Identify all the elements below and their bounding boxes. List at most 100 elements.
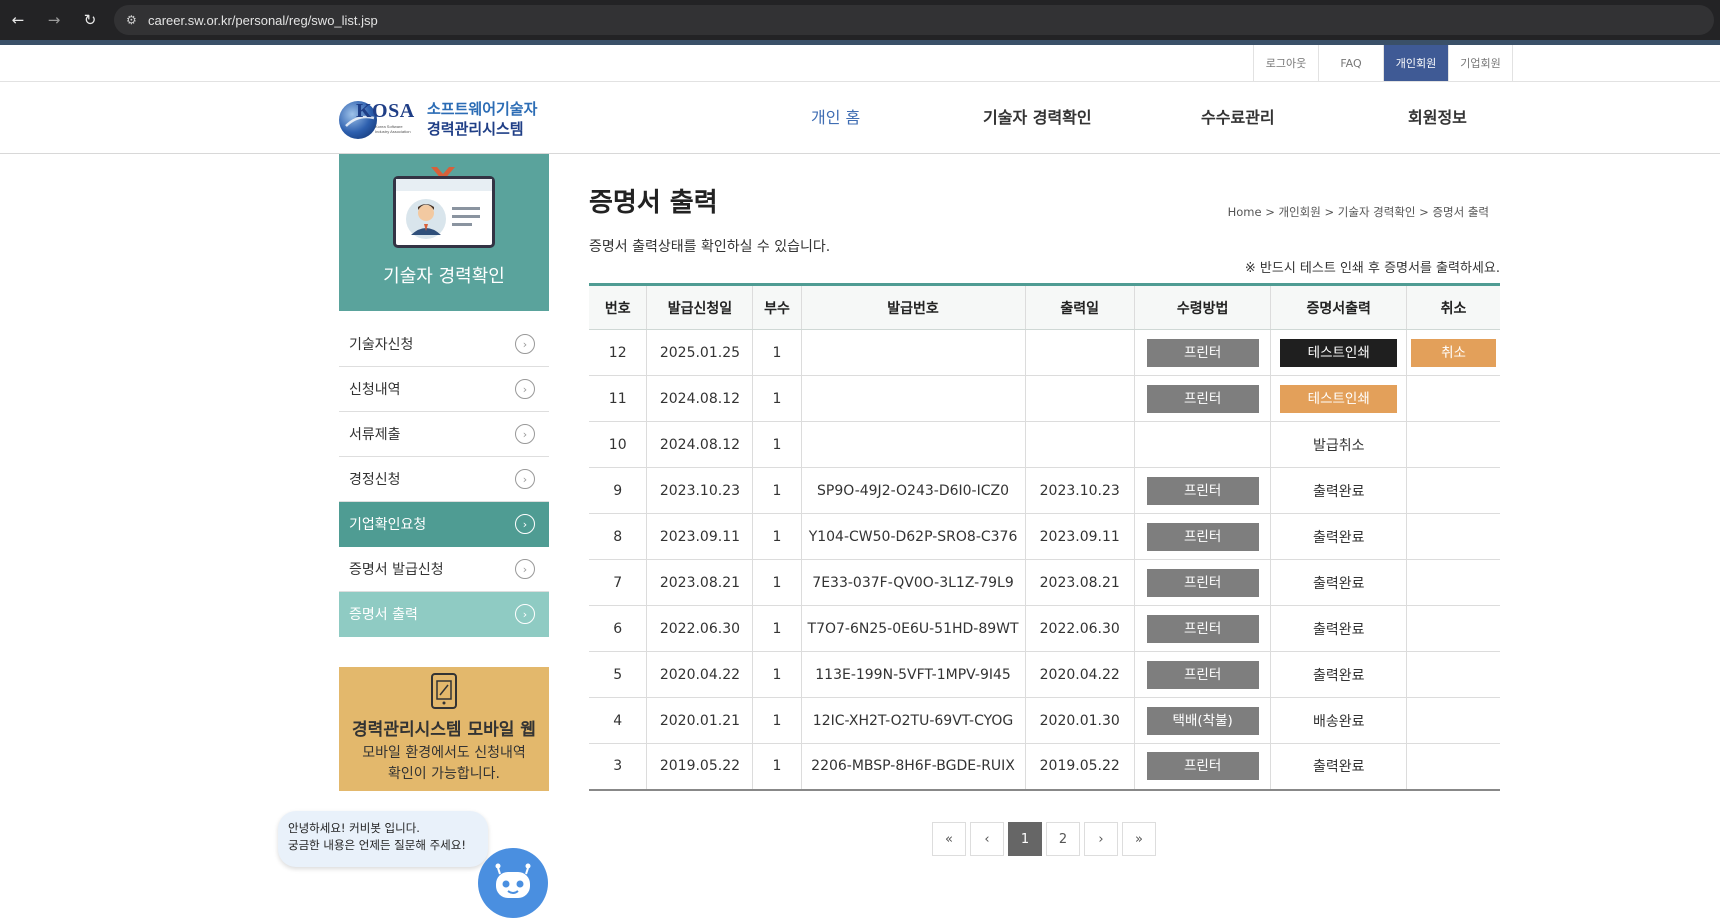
mobile-web-banner[interactable]: 경력관리시스템 모바일 웹 모바일 환경에서도 신청내역 확인이 가능합니다. (339, 667, 549, 791)
print-date: 2023.08.21 (1025, 559, 1135, 606)
test-print-button[interactable]: 테스트인쇄 (1280, 384, 1398, 413)
receive-method-button[interactable]: 프린터 (1146, 660, 1259, 689)
output-status: 배송완료 (1312, 713, 1365, 730)
first-page-button[interactable]: « (932, 822, 966, 856)
sidebar-item[interactable]: 기업확인요청 › (339, 502, 549, 547)
output-status: 발급취소 (1312, 437, 1365, 454)
receive-method-button[interactable]: 프린터 (1146, 384, 1259, 413)
copies: 1 (752, 605, 802, 652)
page-description: 증명서 출력상태를 확인하실 수 있습니다. (589, 239, 831, 255)
reload-icon[interactable]: ↻ (72, 0, 108, 40)
nav-fee-management[interactable]: 수수료관리 (1201, 104, 1275, 128)
print-date (1025, 421, 1135, 468)
sidebar-item[interactable]: 증명서 발급신청 › (339, 547, 549, 592)
mobile-phone-icon (431, 673, 457, 709)
nav-career-check[interactable]: 기술자 경력확인 (983, 104, 1092, 128)
request-date: 2025.01.25 (646, 329, 754, 376)
certificate-output-cell: 발급취소 (1270, 421, 1407, 468)
receive-method-button[interactable]: 프린터 (1146, 476, 1259, 505)
next-page-button[interactable]: › (1084, 822, 1118, 856)
receive-method-button[interactable]: 프린터 (1146, 614, 1259, 643)
receive-method-cell: 프린터 (1134, 605, 1272, 652)
issue-number: Y104-CW50-D62P-SRO8-C376 (801, 513, 1026, 560)
request-date: 2022.06.30 (646, 605, 754, 652)
sidebar-menu: 기술자신청 › 신청내역 › 서류제출 › 경정신청 › 기업확인요청 › 증명서 발급신청 › 증명서… (339, 322, 549, 637)
url-text[interactable]: career.sw.or.kr/personal/reg/swo_list.js… (148, 13, 378, 28)
row-number: 7 (589, 559, 648, 606)
issue-number (801, 329, 1026, 376)
util-link[interactable]: 로그아웃 (1253, 45, 1318, 81)
page-number-button[interactable]: 1 (1008, 822, 1042, 856)
column-header: 증명서출력 (1270, 284, 1407, 330)
cancel-cell (1406, 421, 1500, 468)
request-date: 2023.10.23 (646, 467, 754, 514)
issue-number: 113E-199N-5VFT-1MPV-9I45 (801, 651, 1026, 698)
print-date: 2022.06.30 (1025, 605, 1135, 652)
kosa-wordmark: KOSA (356, 100, 415, 122)
address-bar[interactable]: ⚙ career.sw.or.kr/personal/reg/swo_list.… (114, 5, 1714, 35)
receive-method-button[interactable]: 프린터 (1146, 522, 1259, 551)
browser-toolbar: ← → ↻ ⚙ career.sw.or.kr/personal/reg/swo… (0, 0, 1720, 40)
receive-method-button[interactable]: 택배(착불) (1146, 706, 1259, 735)
column-header: 부수 (752, 284, 802, 330)
cancel-cell (1406, 467, 1500, 514)
site-logo[interactable]: KOSA Korea Software Industry Association … (338, 96, 553, 140)
prev-page-button[interactable]: ‹ (970, 822, 1004, 856)
cancel-cell: 취소 (1406, 329, 1500, 376)
sidebar-item[interactable]: 기술자신청 › (339, 322, 549, 367)
id-badge-icon (393, 176, 495, 248)
util-link[interactable]: 기업회원 (1448, 45, 1513, 81)
receive-method-button[interactable]: 프린터 (1146, 338, 1259, 367)
chatbot-line-1: 안녕하세요! 커비봇 입니다. (288, 821, 420, 835)
back-icon[interactable]: ← (0, 0, 36, 40)
sidebar-item[interactable]: 증명서 출력 › (339, 592, 549, 637)
output-status: 출력완료 (1312, 667, 1365, 684)
issue-number (801, 375, 1026, 422)
receive-method-button[interactable]: 프린터 (1146, 568, 1259, 597)
table-row: 11 2024.08.12 1 프린터 테스트인쇄 (589, 375, 1500, 422)
chevron-right-circle-icon: › (515, 559, 535, 579)
certificate-output-cell: 출력완료 (1270, 605, 1407, 652)
request-date: 2024.08.12 (646, 375, 754, 422)
sidebar-item-label: 경정신청 (349, 472, 401, 488)
certificate-output-cell: 출력완료 (1270, 651, 1407, 698)
print-date: 2023.10.23 (1025, 467, 1135, 514)
util-links: 로그아웃 FAQ 개인회원 기업회원 (1253, 45, 1513, 81)
cancel-cell (1406, 651, 1500, 698)
sidebar-item[interactable]: 신청내역 › (339, 367, 549, 412)
test-print-button[interactable]: 테스트인쇄 (1280, 338, 1398, 367)
certificate-output-cell: 배송완료 (1270, 697, 1407, 744)
certificate-output-cell: 출력완료 (1270, 743, 1407, 790)
table-row: 6 2022.06.30 1 T7O7-6N25-0E6U-51HD-89WT 2022… (589, 605, 1500, 652)
util-link[interactable]: 개인회원 (1383, 45, 1448, 81)
copies: 1 (752, 329, 802, 376)
table-row: 5 2020.04.22 1 113E-199N-5VFT-1MPV-9I45 2020… (589, 651, 1500, 698)
issue-number: 7E33-037F-QV0O-3L1Z-79L9 (801, 559, 1026, 606)
certificate-table: 번호 발급신청일 부수 발급번호 출력일 수령방법 증명서출력 취소 12 2025.01.25… (589, 283, 1500, 791)
nav-member-info[interactable]: 회원정보 (1408, 104, 1467, 128)
sidebar-item-label: 서류제출 (349, 427, 401, 443)
row-number: 3 (589, 743, 648, 790)
chatbot-robot-icon[interactable] (478, 848, 548, 918)
util-link[interactable]: FAQ (1318, 45, 1383, 81)
cancel-cell (1406, 605, 1500, 652)
print-date: 2020.01.30 (1025, 697, 1135, 744)
sidebar-item[interactable]: 서류제출 › (339, 412, 549, 457)
chatbot-bubble[interactable]: 안녕하세요! 커비봇 입니다. 궁금한 내용은 언제든 질문해 주세요! (278, 811, 488, 867)
print-date: 2023.09.11 (1025, 513, 1135, 560)
copies: 1 (752, 421, 802, 468)
sidebar-item-label: 증명서 발급신청 (349, 562, 444, 578)
nav-personal-home[interactable]: 개인 홈 (811, 104, 860, 128)
sidebar-item[interactable]: 경정신청 › (339, 457, 549, 502)
page-number-button[interactable]: 2 (1046, 822, 1080, 856)
certificate-output-cell: 테스트인쇄 (1270, 329, 1407, 376)
row-number: 12 (589, 329, 648, 376)
last-page-button[interactable]: » (1122, 822, 1156, 856)
receive-method-button[interactable]: 프린터 (1146, 752, 1259, 781)
cancel-button[interactable]: 취소 (1410, 338, 1496, 367)
kosa-sub: Korea Software Industry Association (375, 124, 411, 134)
forward-icon[interactable]: → (36, 0, 72, 40)
site-info-icon[interactable]: ⚙ (126, 13, 148, 27)
breadcrumb: Home > 개인회원 > 기술자 경력확인 > 증명서 출력 (1227, 205, 1489, 219)
table-header-row: 번호 발급신청일 부수 발급번호 출력일 수령방법 증명서출력 취소 (589, 284, 1500, 330)
